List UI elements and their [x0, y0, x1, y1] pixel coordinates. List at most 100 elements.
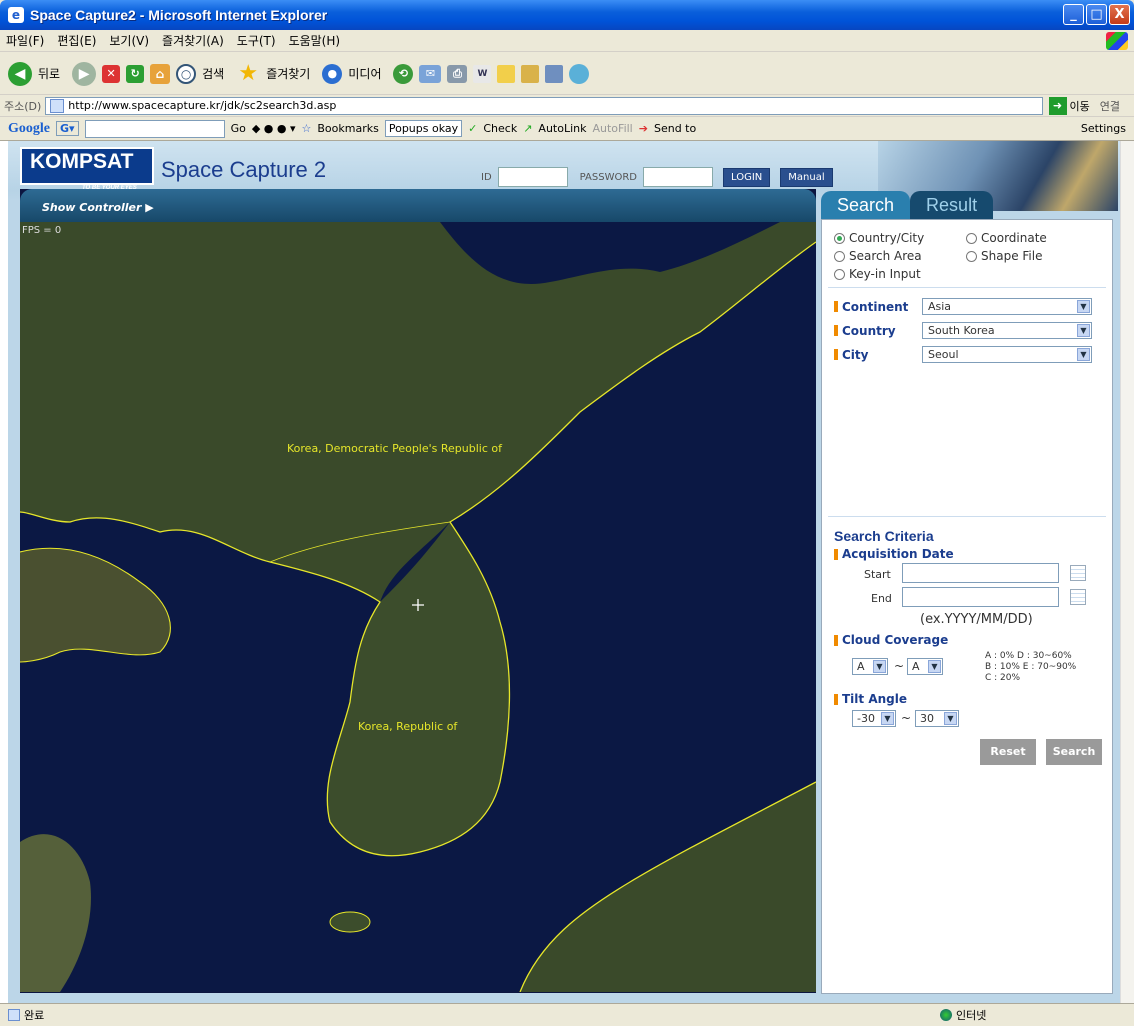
- forward-arrow-icon[interactable]: ▶: [72, 61, 97, 86]
- autolink-button[interactable]: AutoLink: [538, 122, 586, 135]
- radio-selected-icon: [834, 232, 845, 244]
- search-button[interactable]: Search: [1046, 739, 1102, 765]
- login-button[interactable]: LOGIN: [723, 167, 771, 187]
- google-toolbar: Google G▾ Go ◆ ● ● ▾ ☆ Bookmarks Popups …: [0, 117, 1134, 141]
- radio-label: Country/City: [849, 231, 925, 245]
- google-go-button[interactable]: Go: [231, 122, 246, 135]
- menu-help[interactable]: 도움말(H): [289, 32, 341, 49]
- continent-row: Continent Asia ▼: [834, 298, 1092, 315]
- check-button[interactable]: Check: [483, 122, 517, 135]
- menu-view[interactable]: 보기(V): [109, 32, 149, 49]
- radio-coordinate[interactable]: Coordinate: [966, 231, 1047, 245]
- kompsat-logo[interactable]: KOMPSAT TO BE YOUR EYES: [20, 147, 154, 191]
- calendar-icon[interactable]: [1070, 565, 1086, 581]
- research-icon[interactable]: [521, 64, 540, 83]
- start-label: Start: [864, 568, 891, 581]
- chevron-down-icon: ▼: [1077, 348, 1090, 361]
- reset-button[interactable]: Reset: [980, 739, 1036, 765]
- home-icon[interactable]: ⌂: [150, 63, 171, 84]
- search-icon[interactable]: ○: [176, 63, 197, 84]
- google-search-input[interactable]: [84, 119, 225, 138]
- radio-key-in-input[interactable]: Key-in Input: [834, 267, 921, 281]
- bookmarks-button[interactable]: Bookmarks: [317, 122, 378, 135]
- city-select[interactable]: Seoul ▼: [922, 346, 1092, 363]
- settings-button[interactable]: Settings: [1081, 122, 1126, 135]
- search-panel: Search Result Country/City Coordinate Se…: [821, 191, 1113, 994]
- minimize-button[interactable]: _: [1063, 4, 1084, 25]
- history-icon[interactable]: ⟲: [393, 63, 414, 84]
- stop-icon[interactable]: ✕: [102, 64, 121, 83]
- id-input[interactable]: [497, 167, 568, 187]
- manual-button[interactable]: Manual: [780, 167, 833, 187]
- start-date-input[interactable]: [902, 563, 1059, 583]
- search-button[interactable]: 검색: [202, 65, 224, 82]
- cloud-legend-line1: A : 0% D : 30~60%: [985, 651, 1072, 661]
- tab-result[interactable]: Result: [910, 191, 994, 219]
- media-button[interactable]: 미디어: [348, 65, 381, 82]
- satellite-map[interactable]: Korea, Democratic People's Republic of K…: [19, 222, 817, 993]
- tilt-to-select[interactable]: 30 ▼: [915, 710, 959, 727]
- show-controller-button[interactable]: Show Controller ▶: [42, 201, 154, 214]
- go-arrow-icon[interactable]: ➜: [1048, 96, 1067, 115]
- media-icon[interactable]: ●: [322, 63, 343, 84]
- favorites-star-icon[interactable]: ★: [236, 61, 260, 86]
- map-viewer: Show Controller ▶ Korea, Democratic Peop…: [19, 189, 817, 993]
- tilt-angle-heading: Tilt Angle: [834, 692, 907, 706]
- country-value: South Korea: [928, 324, 995, 337]
- radio-shape-file[interactable]: Shape File: [966, 249, 1042, 263]
- cloud-from-select[interactable]: A ▼: [852, 658, 888, 675]
- refresh-icon[interactable]: ↻: [126, 64, 145, 83]
- browser-content: KOMPSAT TO BE YOUR EYES Space Capture 2 …: [0, 141, 1134, 1003]
- calendar-icon[interactable]: [1070, 589, 1086, 605]
- word-edit-icon[interactable]: W: [473, 64, 492, 83]
- radio-country-city[interactable]: Country/City: [834, 231, 924, 245]
- city-value: Seoul: [928, 348, 959, 361]
- tilt-from-select[interactable]: -30 ▼: [852, 710, 896, 727]
- tab-search[interactable]: Search: [821, 191, 911, 219]
- bullet-marker: [834, 349, 838, 360]
- mail-icon[interactable]: ✉: [419, 64, 442, 83]
- back-button[interactable]: 뒤로: [38, 65, 60, 82]
- favorites-button[interactable]: 즐겨찾기: [266, 65, 310, 82]
- tools-icon[interactable]: [545, 64, 564, 83]
- popups-button[interactable]: Popups okay: [384, 120, 463, 137]
- bookmarks-star-icon: ☆: [301, 122, 312, 135]
- menu-favorites[interactable]: 즐겨찾기(A): [162, 32, 224, 49]
- print-icon[interactable]: ⎙: [447, 64, 468, 83]
- cloud-to-select[interactable]: A ▼: [907, 658, 943, 675]
- menu-edit[interactable]: 편집(E): [57, 32, 96, 49]
- menu-file[interactable]: 파일(F): [6, 32, 44, 49]
- address-input[interactable]: http://www.spacecapture.kr/jdk/sc2search…: [45, 96, 1043, 115]
- note-icon[interactable]: [497, 64, 516, 83]
- status-text: 완료: [24, 1009, 45, 1022]
- vertical-scrollbar[interactable]: [1120, 141, 1134, 1003]
- links-button[interactable]: 연결: [1100, 98, 1120, 114]
- country-select[interactable]: South Korea ▼: [922, 322, 1092, 339]
- continent-select[interactable]: Asia ▼: [922, 298, 1092, 315]
- back-arrow-icon[interactable]: ◀: [8, 61, 32, 86]
- messenger-icon[interactable]: [569, 63, 590, 84]
- menu-tools[interactable]: 도구(T): [237, 32, 276, 49]
- google-extras-icon[interactable]: ◆ ● ● ▾: [252, 122, 296, 135]
- range-tilde: ~: [901, 711, 912, 725]
- chevron-down-icon: ▼: [928, 660, 941, 673]
- panel-tabs: Search Result: [821, 191, 1113, 219]
- ie-icon: e: [8, 7, 24, 23]
- password-input[interactable]: [643, 167, 713, 187]
- cloud-legend-line2: B : 10% E : 70~90%: [985, 662, 1077, 672]
- google-g-icon[interactable]: G▾: [56, 121, 79, 136]
- continent-label: Continent: [842, 299, 909, 314]
- close-button[interactable]: X: [1109, 4, 1130, 25]
- logo-text: KOMPSAT: [30, 150, 134, 173]
- globe-icon: [940, 1009, 952, 1021]
- radio-search-area[interactable]: Search Area: [834, 249, 922, 263]
- go-button[interactable]: 이동: [1070, 98, 1090, 114]
- sendto-button[interactable]: Send to: [654, 122, 696, 135]
- maximize-button[interactable]: □: [1086, 4, 1107, 25]
- radio-icon: [966, 232, 977, 244]
- google-logo[interactable]: Google: [8, 121, 50, 137]
- id-label: ID: [481, 171, 492, 183]
- cloud-coverage-label: Cloud Coverage: [842, 633, 949, 647]
- end-date-input[interactable]: [902, 587, 1059, 607]
- autofill-button[interactable]: AutoFill: [593, 122, 633, 135]
